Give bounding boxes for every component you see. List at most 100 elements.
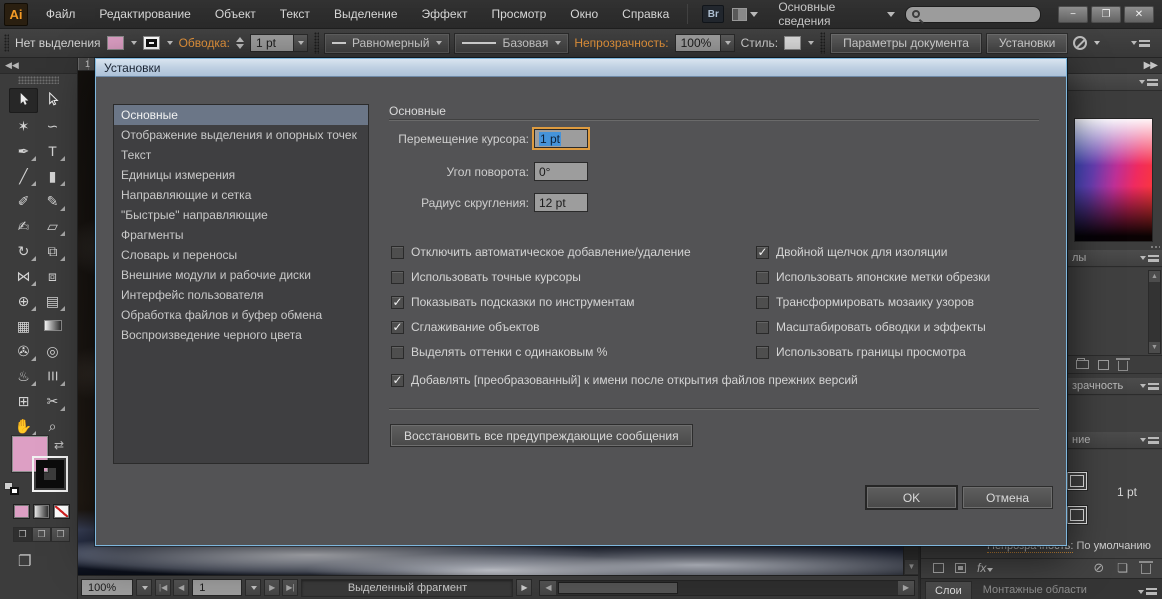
menu-item-edit[interactable]: Редактирование <box>87 0 202 29</box>
stroke-weight-input[interactable]: 1 pt <box>250 34 294 52</box>
scroll-up-icon[interactable]: ▲ <box>1149 271 1160 282</box>
new-item-icon[interactable] <box>1098 360 1109 370</box>
section-item-4[interactable]: Направляющие и сетка <box>114 185 368 205</box>
checkbox-box[interactable] <box>756 346 769 359</box>
chevron-down-icon[interactable] <box>131 41 137 45</box>
corner-radius-input[interactable]: 12 pt <box>534 193 588 212</box>
menu-item-file[interactable]: Файл <box>34 0 88 29</box>
mesh-tool[interactable]: ▦ <box>9 313 38 338</box>
checkbox-box[interactable] <box>756 271 769 284</box>
type-tool[interactable]: T <box>38 138 67 163</box>
zoom-level-input[interactable]: 100% <box>81 579 133 596</box>
opacity-input[interactable]: 100% <box>675 34 721 52</box>
color-spectrum[interactable] <box>1074 118 1153 242</box>
column-graph-tool[interactable]: ☰ <box>38 363 67 388</box>
section-item-3[interactable]: Единицы измерения <box>114 165 368 185</box>
checkbox-box[interactable] <box>391 246 404 259</box>
chevron-down-icon[interactable] <box>808 41 814 45</box>
zoom-tool[interactable]: ⌕ <box>38 413 67 438</box>
checkbox-box[interactable] <box>391 271 404 284</box>
pen-tool[interactable]: ✒ <box>9 138 38 163</box>
artboard-tool[interactable]: ⊞ <box>9 388 38 413</box>
gradient-button[interactable] <box>33 504 50 519</box>
ok-button[interactable]: OK <box>867 487 956 508</box>
section-item-1[interactable]: Отображение выделения и опорных точек <box>114 125 368 145</box>
stroke-color-well[interactable] <box>32 456 68 492</box>
delete-item-icon[interactable] <box>1141 564 1151 574</box>
menu-item-object[interactable]: Объект <box>203 0 268 29</box>
line-segment-tool[interactable]: ╱ <box>9 163 38 188</box>
section-item-8[interactable]: Внешние модули и рабочие диски <box>114 265 368 285</box>
horizontal-scrollbar[interactable]: ◀ ▶ <box>539 580 915 596</box>
checkbox-box[interactable] <box>756 296 769 309</box>
scroll-down-icon[interactable]: ▼ <box>905 560 918 574</box>
duplicate-item-icon[interactable]: ❏ <box>1117 561 1128 575</box>
perspective-grid-tool[interactable]: ▤ <box>38 288 67 313</box>
swap-fill-stroke-icon[interactable]: ⇄ <box>54 438 64 452</box>
close-button[interactable]: ✕ <box>1124 6 1154 23</box>
bridge-button[interactable]: Br <box>702 5 724 23</box>
symbols-scrollbar[interactable]: ▲ ▼ <box>1148 270 1161 354</box>
hand-tool[interactable]: ✋ <box>9 413 38 438</box>
add-stroke-icon[interactable] <box>933 563 944 573</box>
opacity-dropdown[interactable] <box>721 34 735 52</box>
panel-menu-icon[interactable] <box>1140 437 1159 444</box>
draw-normal-button[interactable]: ❒ <box>13 527 32 542</box>
magic-wand-tool[interactable]: ✶ <box>9 113 38 138</box>
constrain-angle-input[interactable]: 0° <box>534 162 588 181</box>
reset-warnings-button[interactable]: Восстановить все предупреждающие сообщен… <box>391 425 692 446</box>
section-item-7[interactable]: Словарь и переносы <box>114 245 368 265</box>
checkbox-box[interactable] <box>756 321 769 334</box>
panel-menu-icon[interactable] <box>1140 383 1159 390</box>
artboard-dropdown[interactable] <box>245 579 261 596</box>
appearance-panel-tab[interactable]: ние <box>1068 432 1162 449</box>
eyedropper-tool[interactable]: ✇ <box>9 338 38 363</box>
scroll-down-icon[interactable]: ▼ <box>1149 342 1160 353</box>
previous-artboard-icon[interactable]: ◀ <box>173 579 189 596</box>
scale-tool[interactable]: ⧉ <box>38 238 67 263</box>
tab-artboards[interactable]: Монтажные области <box>974 581 1096 599</box>
rectangle-tool[interactable]: ▮ <box>38 163 67 188</box>
blob-brush-tool[interactable]: ✍ <box>9 213 38 238</box>
trash-icon[interactable] <box>1118 361 1128 371</box>
menu-item-effect[interactable]: Эффект <box>410 0 480 29</box>
color-button[interactable] <box>13 504 30 519</box>
panel-grip[interactable] <box>4 34 9 52</box>
appearance-stroke-box[interactable] <box>1067 472 1087 490</box>
scroll-right-icon[interactable]: ▶ <box>898 581 914 595</box>
style-swatch[interactable] <box>784 36 801 50</box>
tools-panel-header[interactable]: ◀◀ <box>0 58 77 74</box>
checkbox-right-0[interactable]: ✓Двойной щелчок для изоляции <box>756 245 947 259</box>
section-item-10[interactable]: Обработка файлов и буфер обмена <box>114 305 368 325</box>
shape-builder-tool[interactable]: ⊕ <box>9 288 38 313</box>
stroke-weight-stepper[interactable] <box>236 37 244 49</box>
preferences-button[interactable]: Установки <box>987 34 1067 53</box>
checkbox-left-4[interactable]: Выделять оттенки с одинаковым % <box>391 345 607 359</box>
checkbox-box[interactable]: ✓ <box>391 374 404 387</box>
direct-selection-tool[interactable] <box>38 88 67 113</box>
section-item-5[interactable]: "Быстрые" направляющие <box>114 205 368 225</box>
checkbox-right-3[interactable]: Масштабировать обводки и эффекты <box>756 320 986 334</box>
checkbox-left-3[interactable]: ✓Сглаживание объектов <box>391 320 540 334</box>
first-artboard-icon[interactable]: |◀ <box>155 579 171 596</box>
arrange-documents-button[interactable] <box>732 8 758 21</box>
section-item-0[interactable]: Основные <box>114 105 368 125</box>
status-menu-icon[interactable]: ▶ <box>516 579 532 596</box>
expand-panels-icon[interactable]: ▶▶ <box>1068 58 1162 74</box>
library-icon[interactable] <box>1076 360 1089 369</box>
section-item-11[interactable]: Воспроизведение черного цвета <box>114 325 368 345</box>
tools-panel-grip[interactable] <box>18 76 59 84</box>
eraser-tool[interactable]: ▱ <box>38 213 67 238</box>
stroke-weight-dropdown[interactable] <box>294 34 308 52</box>
width-profile-dropdown[interactable]: Равномерный <box>325 34 450 53</box>
checkbox-box[interactable] <box>391 346 404 359</box>
draw-behind-button[interactable]: ❒ <box>32 527 51 542</box>
opacity-label[interactable]: Непрозрачность: <box>574 36 668 50</box>
appearance-fill-box[interactable] <box>1067 506 1087 524</box>
checkbox-box[interactable]: ✓ <box>391 321 404 334</box>
clear-appearance-icon[interactable]: ⊘ <box>1093 560 1104 576</box>
artboard-number-input[interactable]: 1 <box>192 579 242 596</box>
blend-tool[interactable]: ◎ <box>38 338 67 363</box>
next-artboard-icon[interactable]: ▶ <box>264 579 280 596</box>
cancel-button[interactable]: Отмена <box>963 487 1052 508</box>
